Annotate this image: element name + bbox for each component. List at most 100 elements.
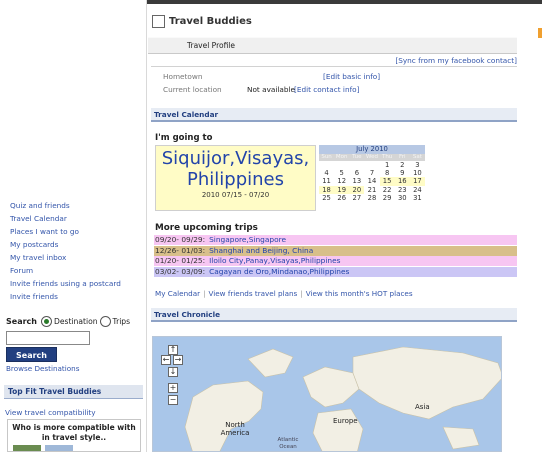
calendar-weekday: Fri <box>398 154 406 160</box>
radio-trips[interactable] <box>99 316 111 327</box>
calendar-day[interactable]: 17 <box>409 177 425 186</box>
pan-up-icon[interactable]: ↑ <box>168 345 178 355</box>
calendar-day[interactable]: 14 <box>364 177 379 185</box>
calendar-day[interactable]: 3 <box>410 161 425 169</box>
calendar-day[interactable]: 6 <box>349 169 364 177</box>
zoom-in-icon[interactable]: + <box>168 383 178 393</box>
search-button[interactable]: Search <box>6 347 57 362</box>
calendar-day[interactable]: 19 <box>334 185 350 194</box>
destination-dates: 2010 07/15 - 07/20 <box>201 191 270 199</box>
browse-destinations-link[interactable]: Browse Destinations <box>6 364 79 373</box>
tab-travel-profile[interactable]: Travel Profile <box>148 37 517 54</box>
going-to-label: I'm going to <box>155 133 213 143</box>
trip-row: 12/26- 01/03: Shanghai and Beijing, China <box>154 245 517 256</box>
calendar-day[interactable]: 23 <box>395 186 410 194</box>
trip-dates: 12/26- 01/03: <box>155 245 206 255</box>
menu-item-forum[interactable]: Forum <box>10 264 121 277</box>
calendar-day[interactable]: 15 <box>379 177 395 186</box>
calendar-grid: 1 2 3 4 5 6 7 8 9 10 11 12 13 14 15 16 17 18 19 20 21 22 23 24 2… <box>319 161 425 202</box>
trip-dates: 01/20- 01/25: <box>155 256 206 265</box>
map-graphic <box>184 346 501 451</box>
mini-calendar: July 2010 Sun Mon Tue Wed Thu Fri Sat 12345678… <box>319 145 425 205</box>
pan-down-icon[interactable]: ↓ <box>168 367 178 377</box>
scroll-edge-marker <box>538 28 542 38</box>
hot-places-link[interactable]: View this month's HOT places <box>306 289 413 298</box>
radio-destination[interactable] <box>40 316 52 327</box>
map-label-north-america: North America <box>220 421 250 437</box>
calendar-day[interactable]: 28 <box>364 194 379 202</box>
menu-item-places[interactable]: Places I want to go <box>10 225 121 238</box>
world-map[interactable]: ↑ ← → ↓ + − Asia Europe North America At… <box>152 336 502 452</box>
calendar-day <box>349 161 364 169</box>
map-label-atlantic: Atlantic Ocean <box>277 437 299 450</box>
calendar-weekday: Wed <box>365 154 378 160</box>
search-input[interactable] <box>6 331 90 345</box>
menu-item-postcards[interactable]: My postcards <box>10 238 121 251</box>
trip-destination-link[interactable]: Iloilo City,Panay,Visayas,Philippines <box>209 256 340 265</box>
calendar-day[interactable]: 18 <box>319 185 335 194</box>
menu-item-invite-friends[interactable]: Invite friends <box>10 290 121 303</box>
calendar-day[interactable]: 9 <box>395 169 410 177</box>
calendar-day[interactable]: 24 <box>410 186 425 194</box>
calendar-weekdays: Sun Mon Tue Wed Thu Fri Sat <box>319 154 425 161</box>
calendar-day[interactable]: 5 <box>334 169 349 177</box>
my-calendar-link[interactable]: My Calendar <box>155 289 200 298</box>
avatar[interactable] <box>45 445 73 451</box>
trip-row: 03/02- 03/09: Cagayan de Oro,Mindanao,Phi… <box>154 266 517 277</box>
calendar-day[interactable]: 11 <box>319 177 334 185</box>
hometown-label: Hometown <box>163 72 203 81</box>
calendar-day[interactable]: 16 <box>394 177 410 186</box>
destination-name[interactable]: Siquijor,Visayas, Philippines <box>156 148 315 190</box>
trip-destination-link[interactable]: Shanghai and Beijing, China <box>209 246 313 255</box>
top-bar <box>147 0 542 4</box>
trip-destination-link[interactable]: Cagayan de Oro,Mindanao,Philippines <box>209 267 349 276</box>
friends-plans-link[interactable]: View friends travel plans <box>208 289 297 298</box>
trip-destination-link[interactable]: Singapore,Singapore <box>209 235 286 244</box>
edit-basic-info-link[interactable]: [Edit basic info] <box>323 72 380 81</box>
calendar-day[interactable]: 10 <box>410 169 425 177</box>
calendar-weekday: Thu <box>381 154 393 160</box>
location-value: Not available <box>247 85 296 94</box>
calendar-day[interactable]: 30 <box>395 194 410 202</box>
left-menu: Quiz and friends Travel Calendar Places … <box>10 199 121 303</box>
search-label: Search <box>6 317 37 326</box>
top-fit-header: Top Fit Travel Buddies <box>4 385 143 399</box>
calendar-day[interactable]: 4 <box>319 169 334 177</box>
calendar-day[interactable]: 26 <box>334 194 349 202</box>
menu-item-quiz[interactable]: Quiz and friends <box>10 199 121 212</box>
calendar-day[interactable]: 8 <box>380 169 395 177</box>
pan-left-icon[interactable]: ← <box>161 355 171 365</box>
destination-box: Siquijor,Visayas, Philippines 2010 07/15… <box>155 145 316 211</box>
view-compatibility-link[interactable]: View travel compatibility <box>5 408 96 417</box>
sync-facebook-link[interactable]: [Sync from my facebook contact] <box>395 56 517 65</box>
calendar-day[interactable]: 22 <box>380 186 395 194</box>
calendar-day <box>334 161 349 169</box>
pan-right-icon[interactable]: → <box>173 355 183 365</box>
menu-item-travel-calendar[interactable]: Travel Calendar <box>10 212 121 225</box>
calendar-day[interactable]: 7 <box>364 169 379 177</box>
menu-item-invite-postcard[interactable]: Invite friends using a postcard <box>10 277 121 290</box>
calendar-weekday: Mon <box>335 154 348 160</box>
calendar-day[interactable]: 21 <box>364 186 379 194</box>
search-options: Search Destination Trips <box>6 316 130 327</box>
calendar-weekday: Tue <box>352 154 362 160</box>
edit-contact-info-link[interactable]: [Edit contact info] <box>294 85 359 94</box>
avatar[interactable] <box>13 445 41 451</box>
calendar-day[interactable]: 12 <box>334 177 349 185</box>
calendar-day[interactable]: 1 <box>380 161 395 169</box>
menu-item-inbox[interactable]: My travel inbox <box>10 251 121 264</box>
calendar-day[interactable]: 31 <box>410 194 425 202</box>
calendar-day[interactable]: 2 <box>395 161 410 169</box>
page-title: Travel Buddies <box>169 16 252 27</box>
calendar-day <box>364 161 379 169</box>
calendar-day[interactable]: 20 <box>349 185 365 194</box>
zoom-out-icon[interactable]: − <box>168 395 178 405</box>
divider <box>151 66 517 67</box>
calendar-day[interactable]: 27 <box>349 194 364 202</box>
calendar-day[interactable]: 13 <box>349 177 364 185</box>
calendar-day[interactable]: 25 <box>319 194 334 202</box>
avatar[interactable] <box>152 15 165 28</box>
page: Quiz and friends Travel Calendar Places … <box>0 0 542 452</box>
location-label: Current location <box>163 85 222 94</box>
calendar-day[interactable]: 29 <box>380 194 395 202</box>
